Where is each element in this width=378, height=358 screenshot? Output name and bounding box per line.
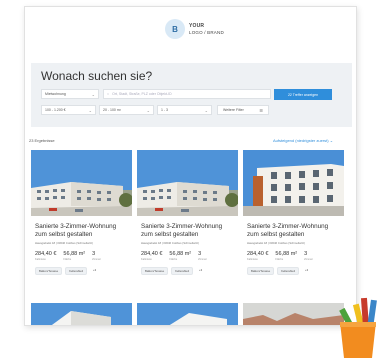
listing-card[interactable]: Sanierte 3-Zimmer-Wohnung zum selbst ges…	[31, 150, 132, 300]
price-value: 100 - 1.200 €	[45, 108, 66, 112]
location-placeholder: Ort, Stadt, Straße, PLZ oder Objekt-ID	[112, 92, 172, 96]
more-tags-badge[interactable]: +3	[90, 267, 99, 275]
area-value: 20 - 100 m²	[103, 108, 121, 112]
rooms-label: Zimmer	[92, 258, 101, 261]
listing-title[interactable]: Sanierte 3-Zimmer-Wohnung zum selbst ges…	[35, 223, 128, 239]
rooms-fact: 3 Zimmer	[198, 251, 207, 261]
brand-logo[interactable]: B YOUR LOGO / BRAND	[165, 19, 224, 39]
more-filters-button[interactable]: Weitere Filter ☰	[217, 105, 269, 115]
area-select[interactable]: 20 - 100 m² ⌄	[99, 105, 154, 115]
rooms-label: Zimmer	[198, 258, 207, 261]
feature-tag: Kellerabteil	[65, 267, 87, 275]
price-fact: 284,40 € Kaltmiete	[141, 251, 162, 261]
feature-tag: Kellerabteil	[277, 267, 299, 275]
city-rooftops-image	[243, 303, 344, 325]
brand-line2: LOGO / BRAND	[189, 29, 224, 35]
apartment-building-image	[31, 150, 132, 216]
rooms-fact: 3 Zimmer	[304, 251, 313, 261]
area-value: 56,88 m²	[169, 251, 192, 257]
price-value: 284,40 €	[247, 251, 269, 257]
listing-card[interactable]: Sanierte 3-Zimmer-Wohnung zum selbst ges…	[137, 150, 238, 300]
listing-address: Hausgiebelst 18 | 03046 Cottbus (Schmell…	[141, 241, 199, 245]
listing-title[interactable]: Sanierte 3-Zimmer-Wohnung zum selbst ges…	[247, 223, 340, 239]
area-value: 56,88 m²	[275, 251, 298, 257]
listing-title[interactable]: Sanierte 3-Zimmer-Wohnung zum selbst ges…	[141, 223, 234, 239]
rooms-select[interactable]: 1 - 3 ⌄	[157, 105, 212, 115]
sort-dropdown[interactable]: Aufsteigend (niedrigster zuerst) ⌄	[273, 138, 333, 143]
area-label: Fläche	[275, 258, 284, 261]
chevron-down-icon: ⌄	[91, 92, 95, 97]
feature-tag: Balkon/Terasse	[141, 267, 169, 275]
brand-line1: YOUR	[189, 23, 205, 29]
property-type-select[interactable]: Mietwohnung ⌄	[41, 89, 99, 99]
results-count: 23 Ergebnisse	[29, 138, 55, 143]
chevron-down-icon: ⌄	[329, 138, 334, 143]
area-value: 56,88 m²	[63, 251, 86, 257]
listing-photo[interactable]	[31, 150, 132, 216]
area-fact: 56,88 m² Fläche	[169, 251, 191, 261]
sort-label: Aufsteigend (niedrigster zuerst)	[273, 138, 329, 143]
rooms-label: Zimmer	[304, 258, 313, 261]
price-fact: 284,40 € Kaltmiete	[247, 251, 268, 261]
feature-tag: Kellerabteil	[171, 267, 193, 275]
more-filters-label: Weitere Filter	[223, 108, 244, 112]
listing-address: Hausgiebelst 18 | 03046 Cottbus (Schmell…	[35, 241, 93, 245]
filter-icon: ☰	[259, 108, 263, 113]
rooms-fact: 3 Zimmer	[92, 251, 101, 261]
location-input[interactable]: ⌾ Ort, Stadt, Straße, PLZ oder Objekt-ID	[103, 89, 271, 99]
area-label: Fläche	[63, 258, 72, 261]
chevron-down-icon: ⌄	[88, 108, 92, 113]
more-tags-badge[interactable]: +3	[196, 267, 205, 275]
price-value: 284,40 €	[35, 251, 57, 257]
brand-initial: B	[165, 19, 185, 39]
brand-text: YOUR LOGO / BRAND	[189, 23, 224, 35]
price-label: Kaltmiete	[247, 258, 258, 261]
listing-photo[interactable]	[137, 150, 238, 216]
search-title: Wonach suchen sie?	[41, 69, 153, 83]
show-results-button[interactable]: 22 Treffer anzeigen	[274, 89, 332, 100]
search-panel: Wonach suchen sie? Mietwohnung ⌄ ⌾ Ort, …	[31, 63, 352, 127]
rooms-value: 3	[304, 251, 308, 257]
rooms-value: 1 - 3	[161, 108, 169, 112]
listing-photo[interactable]	[243, 150, 344, 216]
listing-card-partial[interactable]	[137, 303, 238, 325]
chevron-down-icon: ⌄	[204, 108, 208, 113]
modern-building-image	[31, 303, 132, 325]
area-label: Fläche	[169, 258, 178, 261]
price-select[interactable]: 100 - 1.200 € ⌄	[41, 105, 96, 115]
map-pin-icon: ⌾	[107, 92, 110, 96]
browser-page: B YOUR LOGO / BRAND Wonach suchen sie? M…	[24, 6, 357, 326]
feature-tag: Balkon/Terasse	[35, 267, 63, 275]
modern-building-image	[137, 303, 238, 325]
price-fact: 284,40 € Kaltmiete	[35, 251, 56, 261]
rooms-value: 3	[198, 251, 202, 257]
area-fact: 56,88 m² Fläche	[63, 251, 85, 261]
townhouse-image	[243, 150, 344, 216]
price-label: Kaltmiete	[35, 258, 46, 261]
property-type-value: Mietwohnung	[45, 92, 66, 96]
feature-tag: Balkon/Terasse	[247, 267, 275, 275]
more-tags-badge[interactable]: +3	[302, 267, 311, 275]
listing-card-partial[interactable]	[243, 303, 344, 325]
rooms-value: 3	[92, 251, 96, 257]
price-label: Kaltmiete	[141, 258, 152, 261]
area-fact: 56,88 m² Fläche	[275, 251, 297, 261]
price-value: 284,40 €	[141, 251, 163, 257]
listing-address: Hausgiebelst 18 | 03046 Cottbus (Schmell…	[247, 241, 305, 245]
listing-card[interactable]: Sanierte 3-Zimmer-Wohnung zum selbst ges…	[243, 150, 344, 300]
chevron-down-icon: ⌄	[146, 108, 150, 113]
listing-card-partial[interactable]	[31, 303, 132, 325]
apartment-building-image	[137, 150, 238, 216]
